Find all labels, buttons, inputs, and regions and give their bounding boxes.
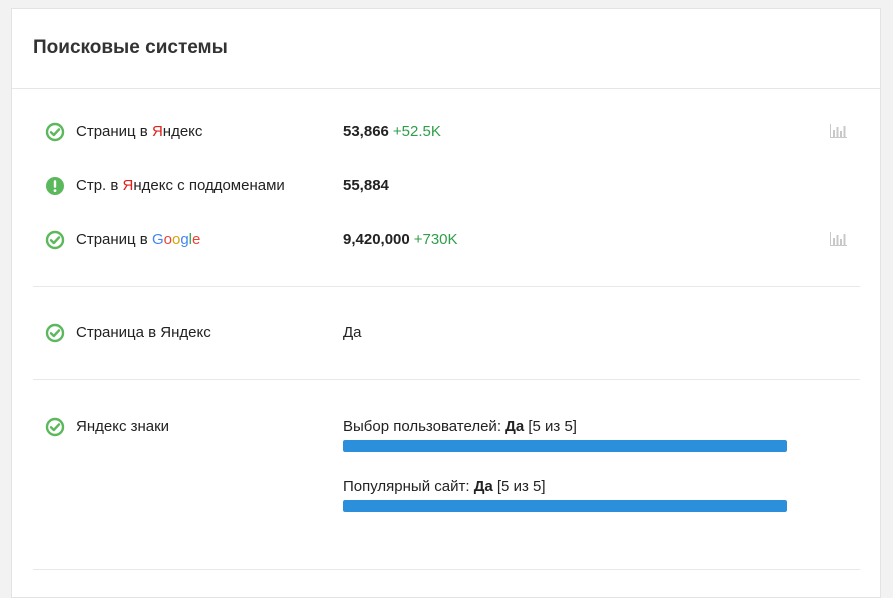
row-yandex-page: Страница в Яндекс Да bbox=[12, 321, 880, 345]
card-header: Поисковые системы bbox=[12, 9, 880, 89]
progress-bar bbox=[343, 440, 787, 452]
row-value: 55,884 bbox=[343, 177, 389, 194]
row-label: Стр. в Яндекс с поддоменами bbox=[76, 177, 285, 194]
row-google-pages: Страниц в Google 9,420,000 +730K bbox=[12, 228, 880, 252]
check-circle-icon bbox=[45, 230, 65, 250]
sign-popular-site: Популярный сайт: Да [5 из 5] bbox=[343, 478, 788, 512]
check-circle-icon bbox=[45, 417, 65, 437]
row-label: Страница в Яндекс bbox=[76, 324, 211, 341]
google-wordmark: Google bbox=[151, 231, 201, 248]
exclamation-circle-icon bbox=[46, 177, 64, 195]
row-label: Яндекс знаки bbox=[76, 418, 170, 435]
search-engines-card: Поисковые системы Страниц в Яндекс 53,86… bbox=[11, 8, 881, 598]
progress-bar bbox=[343, 500, 787, 512]
divider bbox=[33, 286, 860, 287]
check-circle-icon bbox=[45, 122, 65, 142]
divider bbox=[33, 379, 860, 380]
row-label: Страниц в Яндекс bbox=[76, 123, 203, 140]
sign-text: Популярный сайт: Да [5 из 5] bbox=[343, 478, 546, 495]
bar-chart-icon[interactable] bbox=[829, 124, 847, 138]
card-title: Поисковые системы bbox=[33, 37, 228, 58]
sign-text: Выбор пользователей: Да [5 из 5] bbox=[343, 418, 577, 435]
row-value: 9,420,000 +730K bbox=[343, 231, 458, 248]
check-circle-icon bbox=[45, 323, 65, 343]
row-yandex-pages: Страниц в Яндекс 53,866 +52.5K bbox=[12, 120, 880, 144]
sign-users-choice: Выбор пользователей: Да [5 из 5] bbox=[343, 418, 788, 452]
delta-value: +730K bbox=[413, 231, 458, 248]
divider bbox=[33, 569, 860, 570]
row-label: Страниц в Google bbox=[76, 231, 201, 248]
progress-bar-fill bbox=[343, 500, 787, 512]
progress-bar-fill bbox=[343, 440, 787, 452]
row-yandex-subdomains: Стр. в Яндекс с поддоменами 55,884 bbox=[12, 174, 880, 198]
row-value: Да bbox=[343, 324, 362, 341]
delta-value: +52.5K bbox=[392, 123, 441, 140]
row-value: 53,866 +52.5K bbox=[343, 123, 441, 140]
bar-chart-icon[interactable] bbox=[829, 232, 847, 246]
